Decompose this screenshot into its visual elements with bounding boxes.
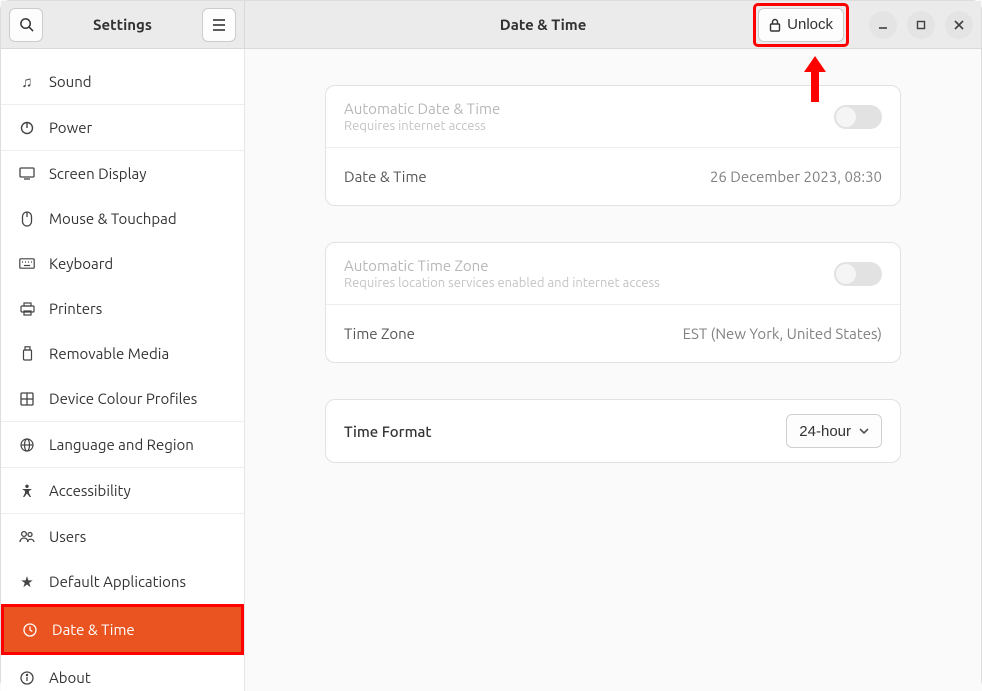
star-icon: ★ [19, 573, 35, 591]
sidebar-item-sound[interactable]: ♫ Sound [1, 59, 244, 104]
row-automatic-date-time: Automatic Date & Time Requires internet … [326, 86, 900, 147]
sidebar-item-label: Screen Display [49, 165, 146, 182]
mouse-icon [19, 211, 35, 227]
users-icon [19, 530, 35, 543]
sidebar-item-mouse-touchpad[interactable]: Mouse & Touchpad [1, 196, 244, 241]
sidebar-item-label: Sound [49, 73, 92, 90]
music-note-icon: ♫ [19, 73, 35, 91]
menu-button[interactable] [202, 8, 236, 42]
sidebar-item-keyboard[interactable]: Keyboard [1, 241, 244, 286]
colour-icon [19, 392, 35, 406]
close-icon [954, 20, 964, 30]
accessibility-icon [19, 484, 35, 498]
header-right: Date & Time Unlock [245, 1, 981, 48]
unlock-label: Unlock [787, 16, 833, 33]
row-time-zone[interactable]: Time Zone EST (New York, United States) [326, 304, 900, 362]
time-format-select[interactable]: 24-hour [786, 414, 882, 448]
sidebar-item-label: Date & Time [52, 621, 135, 638]
row-time-format: Time Format 24-hour [326, 400, 900, 462]
maximize-icon [916, 20, 926, 30]
row-sublabel: Requires location services enabled and i… [344, 276, 834, 290]
sidebar-item-label: About [49, 669, 91, 686]
row-value: 26 December 2023, 08:30 [710, 168, 882, 185]
row-value: EST (New York, United States) [683, 325, 882, 342]
sidebar-title: Settings [43, 16, 202, 33]
sidebar-item-default-apps[interactable]: ★ Default Applications [1, 559, 244, 604]
page-title: Date & Time [333, 16, 753, 33]
sidebar-item-power[interactable]: Power [1, 105, 244, 150]
window-maximize-button[interactable] [907, 11, 935, 39]
sidebar-item-screen-display[interactable]: Screen Display [1, 151, 244, 196]
unlock-button[interactable]: Unlock [758, 8, 844, 42]
sidebar: ♫ Sound Power Screen Display Mouse & Tou… [1, 49, 245, 691]
group-time-format: Time Format 24-hour [325, 399, 901, 463]
row-date-time[interactable]: Date & Time 26 December 2023, 08:30 [326, 147, 900, 205]
hamburger-icon [212, 19, 226, 31]
usb-icon [19, 346, 35, 361]
row-label: Time Zone [344, 325, 683, 342]
clock-icon [22, 623, 38, 637]
row-label: Date & Time [344, 168, 710, 185]
row-label: Time Format [344, 423, 786, 440]
sidebar-item-language-region[interactable]: Language and Region [1, 422, 244, 467]
sidebar-item-label: Mouse & Touchpad [49, 210, 177, 227]
sidebar-item-label: Device Colour Profiles [49, 390, 197, 407]
row-label: Automatic Date & Time [344, 100, 834, 117]
printer-icon [19, 302, 35, 316]
window-close-button[interactable] [945, 11, 973, 39]
sidebar-item-label: Users [49, 528, 86, 545]
minimize-icon [878, 20, 888, 30]
power-icon [19, 121, 35, 135]
sidebar-item-date-time[interactable]: Date & Time [4, 607, 241, 652]
info-icon [19, 671, 35, 685]
main-panel: Automatic Date & Time Requires internet … [245, 49, 981, 691]
group-date-time: Automatic Date & Time Requires internet … [325, 85, 901, 206]
window-minimize-button[interactable] [869, 11, 897, 39]
search-button[interactable] [9, 8, 43, 42]
sidebar-item-users[interactable]: Users [1, 514, 244, 559]
lock-icon [769, 18, 781, 32]
sidebar-item-label: Power [49, 119, 92, 136]
annotation-highlight-sidebar: Date & Time [1, 604, 244, 655]
display-icon [19, 167, 35, 180]
sidebar-item-device-colour[interactable]: Device Colour Profiles [1, 376, 244, 421]
sidebar-item-label: Printers [49, 300, 102, 317]
sidebar-item-removable-media[interactable]: Removable Media [1, 331, 244, 376]
annotation-highlight-unlock: Unlock [753, 3, 849, 47]
sidebar-item-accessibility[interactable]: Accessibility [1, 468, 244, 513]
sidebar-item-label: Language and Region [49, 436, 194, 453]
toggle-automatic-date-time[interactable] [834, 105, 882, 129]
header-left: Settings [1, 1, 245, 48]
select-value: 24-hour [799, 423, 851, 440]
sidebar-item-printers[interactable]: Printers [1, 286, 244, 331]
sidebar-item-about[interactable]: About [1, 655, 244, 691]
sidebar-item-label: Accessibility [49, 482, 131, 499]
toggle-automatic-time-zone[interactable] [834, 262, 882, 286]
toggle-knob [836, 107, 856, 127]
toggle-knob [836, 264, 856, 284]
sidebar-item-label: Keyboard [49, 255, 113, 272]
chevron-down-icon [859, 428, 869, 435]
row-label: Automatic Time Zone [344, 257, 834, 274]
globe-icon [19, 438, 35, 452]
search-icon [19, 17, 34, 32]
keyboard-icon [19, 258, 35, 269]
sidebar-item-label: Removable Media [49, 345, 169, 362]
group-time-zone: Automatic Time Zone Requires location se… [325, 242, 901, 363]
row-sublabel: Requires internet access [344, 119, 834, 133]
row-automatic-time-zone: Automatic Time Zone Requires location se… [326, 243, 900, 304]
header-bar: Settings Date & Time Unlock [1, 1, 981, 49]
sidebar-item-label: Default Applications [49, 573, 186, 590]
